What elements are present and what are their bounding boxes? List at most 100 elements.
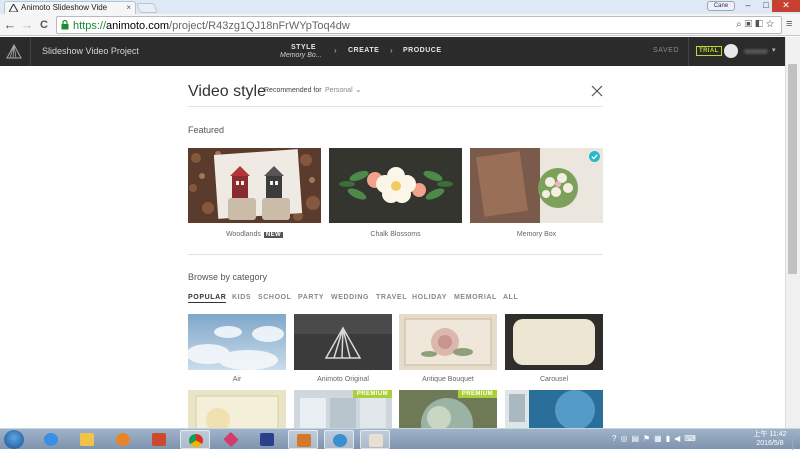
premium-badge: PREMIUM <box>352 390 392 398</box>
window-close-button[interactable]: ✕ <box>772 0 800 12</box>
clock-time: 上午 11:42 <box>753 431 787 438</box>
style-tile-animoto-original[interactable] <box>294 314 392 370</box>
show-desktop-button[interactable] <box>792 429 800 450</box>
taskbar-media[interactable] <box>108 430 138 449</box>
system-clock[interactable]: 上午 11:42 2016/5/8 <box>752 430 788 448</box>
taskbar-app[interactable] <box>288 430 318 449</box>
animoto-logo-icon[interactable] <box>6 43 22 59</box>
style-name: Animoto Original <box>317 376 369 383</box>
volume-icon[interactable]: ◀ <box>674 434 684 443</box>
featured-name: Memory Box <box>516 231 557 238</box>
zoom-icon[interactable]: ⌕ <box>736 19 745 30</box>
avatar[interactable] <box>724 44 738 58</box>
url-domain: animoto.com <box>106 20 170 32</box>
chevron-down-icon[interactable]: ⌄ <box>355 85 362 94</box>
reload-button[interactable]: C <box>36 17 52 33</box>
scrollbar-thumb[interactable] <box>788 64 797 274</box>
browser-tab[interactable]: Animoto Slideshow Vide × <box>4 1 136 15</box>
air-thumbnail <box>188 314 286 370</box>
style-thumbnail <box>188 390 286 428</box>
featured-caption: Chalk Blossoms <box>329 231 462 238</box>
chevron-down-icon[interactable]: ▾ <box>772 46 776 54</box>
style-tile[interactable]: PREMIUM <box>399 390 497 428</box>
header-divider <box>688 37 689 66</box>
taskbar-ie[interactable] <box>36 430 66 449</box>
network-icon[interactable]: ▮ <box>666 434 674 443</box>
trial-badge[interactable]: TRIAL <box>696 46 722 56</box>
chalk-blossoms-thumbnail <box>329 148 462 223</box>
carousel-thumbnail <box>505 314 603 370</box>
featured-thumb-woodlands[interactable] <box>188 148 321 223</box>
taskbar-app[interactable] <box>360 430 390 449</box>
taskbar-app[interactable] <box>252 430 282 449</box>
style-tile[interactable] <box>505 390 603 428</box>
translate-icon[interactable]: ▣ <box>745 19 756 30</box>
divider <box>188 254 603 255</box>
tab-all[interactable]: ALL <box>503 294 518 301</box>
step-style-label: STYLE <box>291 44 317 51</box>
tab-school[interactable]: SCHOOL <box>258 294 292 301</box>
saved-status: SAVED <box>653 47 680 54</box>
tray-icon[interactable]: ◎ <box>620 434 631 443</box>
featured-thumb-memory-box[interactable] <box>470 148 603 223</box>
forward-button[interactable]: → <box>19 17 35 33</box>
recommended-dropdown[interactable]: Personal <box>325 87 353 94</box>
close-icon[interactable] <box>590 84 604 98</box>
lock-icon <box>61 20 69 30</box>
style-tile-carousel[interactable] <box>505 314 603 370</box>
internet-explorer-icon <box>44 433 58 446</box>
taskbar-explorer[interactable] <box>72 430 102 449</box>
step-create[interactable]: CREATE <box>348 47 379 54</box>
taskbar-chrome[interactable] <box>180 430 210 449</box>
extension-icon[interactable]: ◧ <box>755 19 766 30</box>
browser-profile-chip[interactable]: Cane <box>707 1 735 11</box>
clock-app-icon <box>333 434 347 447</box>
taskbar-app[interactable] <box>216 430 246 449</box>
tab-travel[interactable]: TRAVEL <box>376 294 407 301</box>
start-button[interactable] <box>4 430 24 449</box>
style-tile-antique-bouquet[interactable] <box>399 314 497 370</box>
back-button[interactable]: ← <box>2 17 18 33</box>
style-tile[interactable] <box>188 390 286 428</box>
step-arrow-icon: › <box>390 46 393 55</box>
memory-box-thumbnail <box>470 148 603 223</box>
tab-holiday[interactable]: HOLIDAY <box>412 294 447 301</box>
step-produce[interactable]: PRODUCE <box>403 47 442 54</box>
browser-toolbar: ← → C https://animoto.com/project/R43zg1… <box>0 14 800 36</box>
browser-titlebar: Animoto Slideshow Vide × Cane – □ ✕ <box>0 0 800 15</box>
tab-party[interactable]: PARTY <box>298 294 324 301</box>
tab-close-icon[interactable]: × <box>126 2 131 14</box>
minimize-button[interactable]: – <box>738 0 758 12</box>
user-name-redacted[interactable] <box>744 49 768 54</box>
keyboard-icon[interactable]: ⌨ <box>684 434 700 443</box>
featured-heading: Featured <box>188 125 225 135</box>
featured-caption: Woodlands NEW <box>188 231 321 238</box>
animoto-original-thumbnail <box>294 314 392 370</box>
divider <box>188 106 603 107</box>
omnibox-actions: ⌕▣◧☆ <box>736 19 777 30</box>
tab-kids[interactable]: KIDS <box>232 294 251 301</box>
style-tile-air[interactable] <box>188 314 286 370</box>
taskbar-app[interactable] <box>324 430 354 449</box>
modal-title: Video style <box>188 83 266 100</box>
new-badge: NEW <box>263 232 284 238</box>
tab-wedding[interactable]: WEDDING <box>331 294 369 301</box>
flag-icon[interactable]: ⚑ <box>643 434 654 443</box>
project-title[interactable]: Slideshow Video Project <box>42 46 139 56</box>
address-bar[interactable]: https://animoto.com/project/R43zg1QJ18nF… <box>56 16 782 34</box>
step-arrow-icon: › <box>334 46 337 55</box>
tray-icon[interactable]: ▤ <box>631 434 643 443</box>
style-name: Antique Bouquet <box>422 376 474 383</box>
tab-memorial[interactable]: MEMORIAL <box>454 294 497 301</box>
tray-icon[interactable]: ▦ <box>654 434 666 443</box>
tab-popular[interactable]: POPULAR <box>188 294 227 303</box>
taskbar-app[interactable] <box>144 430 174 449</box>
url-scheme: https:// <box>73 20 107 32</box>
chrome-menu-icon[interactable]: ≡ <box>786 18 792 30</box>
new-tab-button[interactable] <box>136 3 158 13</box>
bookmark-star-icon[interactable]: ☆ <box>766 19 777 30</box>
style-tile[interactable]: PREMIUM <box>294 390 392 428</box>
featured-thumb-chalk-blossoms[interactable] <box>329 148 462 223</box>
folder-icon <box>80 433 94 446</box>
selected-check-icon <box>589 151 600 162</box>
